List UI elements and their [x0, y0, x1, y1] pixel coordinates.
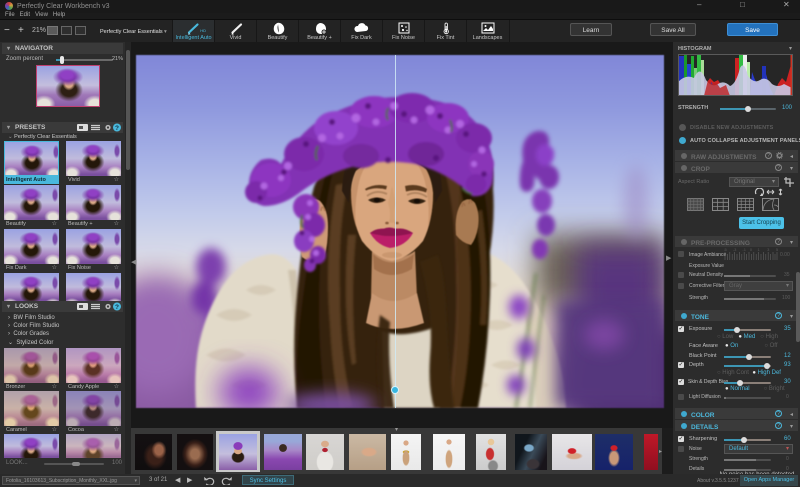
svg-text:5: 5	[776, 248, 778, 252]
svg-text:1: 1	[757, 248, 760, 252]
svg-text:-1: -1	[742, 248, 746, 252]
svg-text:3: 3	[767, 248, 770, 252]
svg-text:-5: -5	[724, 248, 728, 252]
svg-text:0: 0	[750, 248, 753, 252]
svg-text:?: ?	[115, 304, 119, 311]
svg-text:-3: -3	[733, 248, 737, 252]
svg-text:?: ?	[115, 125, 119, 132]
